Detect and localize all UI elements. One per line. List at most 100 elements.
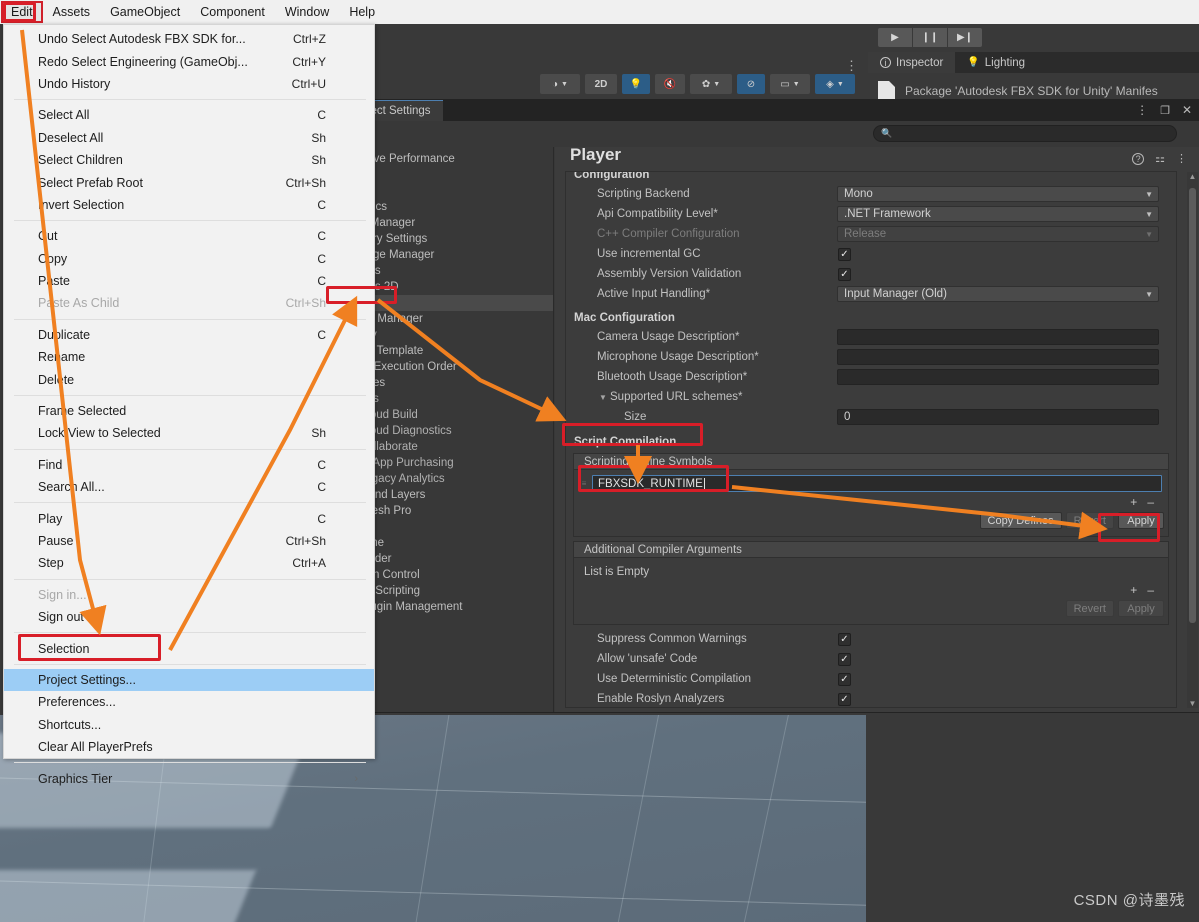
revert-compiler-args-button[interactable]: Revert [1065, 600, 1114, 617]
field-suppress-common-warnings[interactable]: Suppress Common Warnings ✓ [566, 629, 1176, 649]
camera-dropdown[interactable]: ▭ ▼ [770, 74, 810, 94]
menu-item-clear-all-playerprefs[interactable]: Clear All PlayerPrefs [4, 736, 374, 758]
enable-roslyn-analyzers-checkbox[interactable]: ✓ [838, 692, 851, 706]
menu-item-cut[interactable]: Cut C [4, 225, 374, 247]
defines-action-buttons[interactable]: Copy Defines Revert Apply [574, 511, 1168, 532]
microphone-usage-input[interactable] [837, 349, 1159, 365]
menu-item-select-prefab-root[interactable]: Select Prefab Root Ctrl+Sh [4, 171, 374, 193]
menu-item-sign-out[interactable]: Sign out [4, 606, 374, 628]
apply-defines-button[interactable]: Apply [1118, 512, 1164, 529]
menubar-item-edit[interactable]: Edit [1, 1, 43, 23]
gizmos-dropdown[interactable]: ◈ ▼ [815, 74, 855, 94]
tab-inspector[interactable]: i Inspector [868, 52, 956, 73]
scroll-down-arrow[interactable]: ▼ [1187, 699, 1198, 708]
close-icon[interactable]: ✕ [1182, 103, 1192, 117]
menu-item-pause[interactable]: Pause Ctrl+Sh [4, 530, 374, 552]
field-assembly-version-validation[interactable]: Assembly Version Validation ✓ [566, 264, 1176, 284]
play-controls[interactable]: ▶ ❙❙ ▶❙ [878, 28, 982, 47]
field-use-incremental-gc[interactable]: Use incremental GC ✓ [566, 244, 1176, 264]
preset-icon[interactable]: ⚏ [1155, 152, 1165, 165]
field-camera-usage-description[interactable]: Camera Usage Description* [566, 327, 1176, 347]
scroll-up-arrow[interactable]: ▲ [1187, 172, 1198, 181]
use-deterministic-compilation-checkbox[interactable]: ✓ [838, 672, 851, 686]
menu-item-frame-selected[interactable]: Frame Selected [4, 400, 374, 422]
menu-item-redo-select-engineering-gameobj[interactable]: Redo Select Engineering (GameObj... Ctrl+… [4, 50, 374, 72]
pause-button[interactable]: ❙❙ [913, 28, 947, 47]
compiler-args-list-controls[interactable]: + – [574, 581, 1168, 599]
use-incremental-gc-checkbox[interactable]: ✓ [838, 247, 851, 261]
help-icon[interactable]: ? [1132, 152, 1145, 165]
add-define-button[interactable]: + [1130, 495, 1137, 509]
menu-item-undo-select-autodesk-fbx-sdk-for[interactable]: Undo Select Autodesk FBX SDK for... Ctrl+… [4, 28, 374, 50]
kebab-icon[interactable]: ⋮ [1136, 103, 1148, 117]
menu-item-step[interactable]: Step Ctrl+A [4, 552, 374, 574]
remove-compiler-arg-button[interactable]: – [1147, 583, 1154, 597]
drag-handle-icon[interactable]: ≡ [580, 479, 588, 488]
compiler-args-action-buttons[interactable]: Revert Apply [574, 599, 1168, 620]
menu-item-undo-history[interactable]: Undo History Ctrl+U [4, 73, 374, 95]
menubar-item-window[interactable]: Window [276, 2, 338, 22]
chevron-down-icon[interactable]: ▼ [599, 393, 607, 402]
suppress-common-warnings-checkbox[interactable]: ✓ [838, 632, 851, 646]
shaded-mode-dropdown[interactable]: ◑ ▼ [540, 74, 580, 94]
scene-view-toolbar[interactable]: ◑ ▼ 2D 💡 🔇 ✿ ▼ ⊘ ▭ ▼ ◈ ▼ [540, 72, 870, 96]
field-use-deterministic-compilation[interactable]: Use Deterministic Compilation ✓ [566, 669, 1176, 689]
copy-defines-button[interactable]: Copy Defines [979, 512, 1062, 529]
menu-item-invert-selection[interactable]: Invert Selection C [4, 194, 374, 216]
menu-item-paste-as-child[interactable]: Paste As Child Ctrl+Sh [4, 292, 374, 314]
menu-item-find[interactable]: Find C [4, 454, 374, 476]
menu-item-project-settings[interactable]: Project Settings... [4, 668, 374, 692]
menu-item-shortcuts[interactable]: Shortcuts... [4, 714, 374, 736]
player-settings-scrollbar[interactable]: ▲ ▼ [1187, 172, 1198, 708]
2d-toggle[interactable]: 2D [585, 74, 617, 94]
menu-item-rename[interactable]: Rename [4, 346, 374, 368]
camera-usage-input[interactable] [837, 329, 1159, 345]
menubar-item-assets[interactable]: Assets [44, 2, 100, 22]
menubar-item-gameobject[interactable]: GameObject [101, 2, 189, 22]
maximize-icon[interactable]: ❐ [1160, 104, 1170, 117]
menu-item-sign-in[interactable]: Sign in... [4, 584, 374, 606]
menu-item-delete[interactable]: Delete [4, 368, 374, 390]
menu-item-duplicate[interactable]: Duplicate C [4, 324, 374, 346]
list-item[interactable]: ≡ FBXSDK_RUNTIME [574, 474, 1168, 493]
scrollbar-thumb[interactable] [1189, 188, 1196, 623]
menu-item-deselect-all[interactable]: Deselect All Sh [4, 127, 374, 149]
inspector-tabbar[interactable]: i Inspector 💡 Lighting [868, 52, 1199, 73]
bluetooth-usage-input[interactable] [837, 369, 1159, 385]
menubar-item-component[interactable]: Component [191, 2, 274, 22]
visibility-toggle[interactable]: ⊘ [737, 74, 765, 94]
menu-item-search-all[interactable]: Search All... C [4, 476, 374, 498]
apply-compiler-args-button[interactable]: Apply [1118, 600, 1164, 617]
window-controls[interactable]: ⋮ ❐ ✕ [1136, 103, 1192, 117]
add-compiler-arg-button[interactable]: + [1130, 583, 1137, 597]
menu-item-play[interactable]: Play C [4, 507, 374, 529]
scripting-backend-dropdown[interactable]: Mono ▼ [837, 186, 1159, 202]
lighting-toggle[interactable]: 💡 [622, 74, 650, 94]
step-button[interactable]: ▶❙ [948, 28, 982, 47]
field-enable-roslyn-analyzers[interactable]: Enable Roslyn Analyzers ✓ [566, 689, 1176, 707]
search-input[interactable] [897, 127, 1158, 140]
field-bluetooth-usage-description[interactable]: Bluetooth Usage Description* [566, 367, 1176, 387]
effects-dropdown[interactable]: ✿ ▼ [690, 74, 732, 94]
scripting-define-symbol-input[interactable]: FBXSDK_RUNTIME [592, 475, 1162, 492]
revert-defines-button[interactable]: Revert [1065, 512, 1114, 529]
remove-define-button[interactable]: – [1147, 495, 1154, 509]
audio-toggle[interactable]: 🔇 [655, 74, 685, 94]
field-active-input-handling[interactable]: Active Input Handling* Input Manager (Ol… [566, 284, 1176, 304]
field-api-compat-level[interactable]: Api Compatibility Level* .NET Framework … [566, 204, 1176, 224]
menu-item-selection[interactable]: Selection [4, 637, 374, 659]
menu-item-copy[interactable]: Copy C [4, 248, 374, 270]
api-compat-dropdown[interactable]: .NET Framework ▼ [837, 206, 1159, 222]
field-supported-url-schemes[interactable]: ▼ Supported URL schemes* [566, 387, 1176, 407]
tab-lighting[interactable]: 💡 Lighting [955, 52, 1037, 73]
menu-item-graphics-tier[interactable]: Graphics Tier › [4, 767, 374, 789]
menu-item-select-children[interactable]: Select Children Sh [4, 149, 374, 171]
edit-dropdown-menu[interactable]: Undo Select Autodesk FBX SDK for... Ctrl+… [3, 24, 375, 786]
menu-item-preferences[interactable]: Preferences... [4, 691, 374, 713]
kebab-icon[interactable]: ⋮ [1176, 152, 1187, 165]
field-scripting-backend[interactable]: Scripting Backend Mono ▼ [566, 184, 1176, 204]
search-box[interactable]: 🔍 [873, 125, 1177, 142]
url-schemes-size-input[interactable]: 0 [837, 409, 1159, 425]
field-allow-unsafe-code[interactable]: Allow 'unsafe' Code ✓ [566, 649, 1176, 669]
field-url-schemes-size[interactable]: Size 0 [566, 407, 1176, 427]
